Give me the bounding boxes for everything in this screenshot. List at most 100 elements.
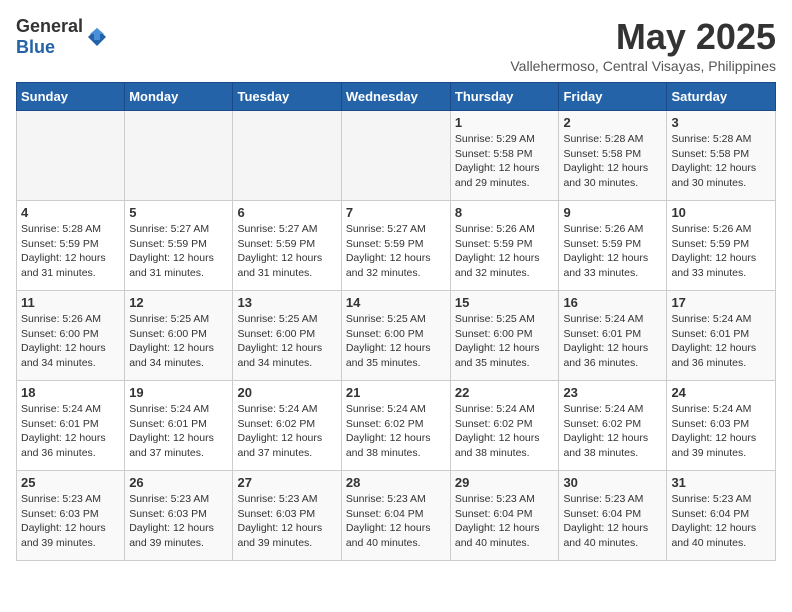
day-number: 28 <box>346 475 446 490</box>
day-info: Sunrise: 5:23 AM Sunset: 6:04 PM Dayligh… <box>346 492 446 551</box>
day-info: Sunrise: 5:23 AM Sunset: 6:03 PM Dayligh… <box>129 492 228 551</box>
day-number: 31 <box>671 475 771 490</box>
day-info: Sunrise: 5:23 AM Sunset: 6:04 PM Dayligh… <box>671 492 771 551</box>
calendar-table: SundayMondayTuesdayWednesdayThursdayFrid… <box>16 82 776 561</box>
day-number: 10 <box>671 205 771 220</box>
day-number: 1 <box>455 115 555 130</box>
calendar-week-row: 25 Sunrise: 5:23 AM Sunset: 6:03 PM Dayli… <box>17 471 776 561</box>
day-info: Sunrise: 5:26 AM Sunset: 6:00 PM Dayligh… <box>21 312 120 371</box>
day-number: 14 <box>346 295 446 310</box>
day-info: Sunrise: 5:23 AM Sunset: 6:03 PM Dayligh… <box>237 492 336 551</box>
calendar-cell: 23 Sunrise: 5:24 AM Sunset: 6:02 PM Dayli… <box>559 381 667 471</box>
calendar-cell: 4Sunrise: 5:28 AM Sunset: 5:59 PM Daylig… <box>17 201 125 291</box>
month-title: May 2025 <box>510 16 776 58</box>
day-number: 27 <box>237 475 336 490</box>
calendar-cell: 8Sunrise: 5:26 AM Sunset: 5:59 PM Daylig… <box>450 201 559 291</box>
calendar-cell: 18Sunrise: 5:24 AM Sunset: 6:01 PM Dayli… <box>17 381 125 471</box>
day-number: 19 <box>129 385 228 400</box>
calendar-cell: 19Sunrise: 5:24 AM Sunset: 6:01 PM Dayli… <box>125 381 233 471</box>
calendar-cell <box>125 111 233 201</box>
day-info: Sunrise: 5:27 AM Sunset: 5:59 PM Dayligh… <box>237 222 336 281</box>
logo-blue: Blue <box>16 37 55 57</box>
calendar-cell: 21 Sunrise: 5:24 AM Sunset: 6:02 PM Dayli… <box>341 381 450 471</box>
calendar-cell: 5Sunrise: 5:27 AM Sunset: 5:59 PM Daylig… <box>125 201 233 291</box>
day-number: 20 <box>237 385 336 400</box>
day-info: Sunrise: 5:24 AM Sunset: 6:01 PM Dayligh… <box>671 312 771 371</box>
calendar-cell <box>341 111 450 201</box>
calendar-cell: 26 Sunrise: 5:23 AM Sunset: 6:03 PM Dayli… <box>125 471 233 561</box>
calendar-cell: 28 Sunrise: 5:23 AM Sunset: 6:04 PM Dayli… <box>341 471 450 561</box>
day-number: 17 <box>671 295 771 310</box>
day-info: Sunrise: 5:26 AM Sunset: 5:59 PM Dayligh… <box>563 222 662 281</box>
weekday-header-saturday: Saturday <box>667 83 776 111</box>
calendar-cell: 30 Sunrise: 5:23 AM Sunset: 6:04 PM Dayli… <box>559 471 667 561</box>
calendar-cell: 1 Sunrise: 5:29 AM Sunset: 5:58 PM Daylig… <box>450 111 559 201</box>
day-number: 3 <box>671 115 771 130</box>
calendar-cell: 10 Sunrise: 5:26 AM Sunset: 5:59 PM Dayli… <box>667 201 776 291</box>
day-number: 15 <box>455 295 555 310</box>
calendar-cell: 29Sunrise: 5:23 AM Sunset: 6:04 PM Dayli… <box>450 471 559 561</box>
weekday-header-monday: Monday <box>125 83 233 111</box>
calendar-cell: 6 Sunrise: 5:27 AM Sunset: 5:59 PM Daylig… <box>233 201 341 291</box>
calendar-cell: 3 Sunrise: 5:28 AM Sunset: 5:58 PM Daylig… <box>667 111 776 201</box>
day-info: Sunrise: 5:23 AM Sunset: 6:04 PM Dayligh… <box>455 492 555 551</box>
calendar-cell: 16 Sunrise: 5:24 AM Sunset: 6:01 PM Dayli… <box>559 291 667 381</box>
logo: General Blue <box>16 16 108 58</box>
weekday-header-sunday: Sunday <box>17 83 125 111</box>
day-number: 16 <box>563 295 662 310</box>
day-number: 25 <box>21 475 120 490</box>
calendar-cell: 12 Sunrise: 5:25 AM Sunset: 6:00 PM Dayli… <box>125 291 233 381</box>
calendar-cell: 9 Sunrise: 5:26 AM Sunset: 5:59 PM Daylig… <box>559 201 667 291</box>
day-number: 13 <box>237 295 336 310</box>
day-info: Sunrise: 5:24 AM Sunset: 6:02 PM Dayligh… <box>455 402 555 461</box>
day-number: 30 <box>563 475 662 490</box>
day-info: Sunrise: 5:28 AM Sunset: 5:59 PM Dayligh… <box>21 222 120 281</box>
calendar-cell: 7Sunrise: 5:27 AM Sunset: 5:59 PM Daylig… <box>341 201 450 291</box>
day-info: Sunrise: 5:29 AM Sunset: 5:58 PM Dayligh… <box>455 132 555 191</box>
day-number: 22 <box>455 385 555 400</box>
day-info: Sunrise: 5:24 AM Sunset: 6:02 PM Dayligh… <box>346 402 446 461</box>
day-info: Sunrise: 5:24 AM Sunset: 6:01 PM Dayligh… <box>563 312 662 371</box>
day-number: 24 <box>671 385 771 400</box>
calendar-cell: 14 Sunrise: 5:25 AM Sunset: 6:00 PM Dayli… <box>341 291 450 381</box>
page-header: General Blue May 2025 Vallehermoso, Cent… <box>16 16 776 74</box>
day-info: Sunrise: 5:25 AM Sunset: 6:00 PM Dayligh… <box>129 312 228 371</box>
weekday-header-thursday: Thursday <box>450 83 559 111</box>
day-info: Sunrise: 5:24 AM Sunset: 6:03 PM Dayligh… <box>671 402 771 461</box>
day-info: Sunrise: 5:23 AM Sunset: 6:04 PM Dayligh… <box>563 492 662 551</box>
day-number: 23 <box>563 385 662 400</box>
day-number: 6 <box>237 205 336 220</box>
day-info: Sunrise: 5:25 AM Sunset: 6:00 PM Dayligh… <box>455 312 555 371</box>
calendar-cell: 27 Sunrise: 5:23 AM Sunset: 6:03 PM Dayli… <box>233 471 341 561</box>
day-number: 2 <box>563 115 662 130</box>
day-number: 21 <box>346 385 446 400</box>
calendar-week-row: 11Sunrise: 5:26 AM Sunset: 6:00 PM Dayli… <box>17 291 776 381</box>
calendar-cell: 13Sunrise: 5:25 AM Sunset: 6:00 PM Dayli… <box>233 291 341 381</box>
day-info: Sunrise: 5:24 AM Sunset: 6:02 PM Dayligh… <box>237 402 336 461</box>
day-info: Sunrise: 5:26 AM Sunset: 5:59 PM Dayligh… <box>455 222 555 281</box>
weekday-header-friday: Friday <box>559 83 667 111</box>
calendar-cell: 15 Sunrise: 5:25 AM Sunset: 6:00 PM Dayli… <box>450 291 559 381</box>
day-number: 26 <box>129 475 228 490</box>
calendar-cell: 24 Sunrise: 5:24 AM Sunset: 6:03 PM Dayli… <box>667 381 776 471</box>
calendar-cell <box>233 111 341 201</box>
day-info: Sunrise: 5:24 AM Sunset: 6:01 PM Dayligh… <box>21 402 120 461</box>
calendar-cell: 25 Sunrise: 5:23 AM Sunset: 6:03 PM Dayli… <box>17 471 125 561</box>
weekday-header-tuesday: Tuesday <box>233 83 341 111</box>
day-info: Sunrise: 5:26 AM Sunset: 5:59 PM Dayligh… <box>671 222 771 281</box>
day-info: Sunrise: 5:28 AM Sunset: 5:58 PM Dayligh… <box>671 132 771 191</box>
day-info: Sunrise: 5:27 AM Sunset: 5:59 PM Dayligh… <box>346 222 446 281</box>
day-info: Sunrise: 5:23 AM Sunset: 6:03 PM Dayligh… <box>21 492 120 551</box>
title-area: May 2025 Vallehermoso, Central Visayas, … <box>510 16 776 74</box>
day-info: Sunrise: 5:27 AM Sunset: 5:59 PM Dayligh… <box>129 222 228 281</box>
calendar-cell: 17 Sunrise: 5:24 AM Sunset: 6:01 PM Dayli… <box>667 291 776 381</box>
calendar-cell: 31 Sunrise: 5:23 AM Sunset: 6:04 PM Dayli… <box>667 471 776 561</box>
day-info: Sunrise: 5:24 AM Sunset: 6:02 PM Dayligh… <box>563 402 662 461</box>
day-info: Sunrise: 5:25 AM Sunset: 6:00 PM Dayligh… <box>346 312 446 371</box>
calendar-week-row: 4Sunrise: 5:28 AM Sunset: 5:59 PM Daylig… <box>17 201 776 291</box>
location-subtitle: Vallehermoso, Central Visayas, Philippin… <box>510 58 776 74</box>
day-number: 9 <box>563 205 662 220</box>
calendar-cell: 11Sunrise: 5:26 AM Sunset: 6:00 PM Dayli… <box>17 291 125 381</box>
logo-flag-icon <box>86 26 108 48</box>
day-number: 12 <box>129 295 228 310</box>
